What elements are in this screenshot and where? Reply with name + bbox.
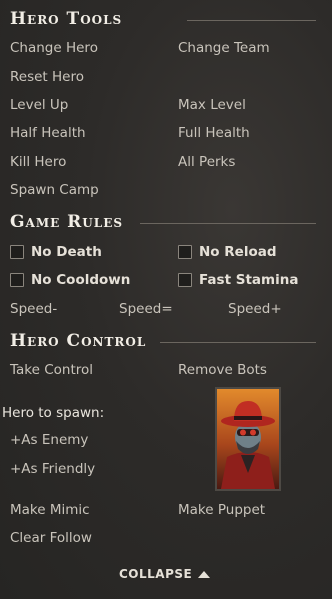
hero-portrait-image — [217, 389, 279, 489]
max-level-button[interactable]: Max Level — [178, 97, 246, 113]
remove-bots-button[interactable]: Remove Bots — [178, 362, 267, 378]
hero-tools-divider — [187, 20, 316, 21]
clear-follow-button[interactable]: Clear Follow — [10, 530, 92, 546]
kill-hero-button[interactable]: Kill Hero — [10, 154, 66, 170]
no-cooldown-label[interactable]: No Cooldown — [31, 272, 130, 288]
game-rules-divider — [140, 223, 316, 224]
make-mimic-button[interactable]: Make Mimic — [10, 502, 90, 518]
take-control-button[interactable]: Take Control — [10, 362, 93, 378]
hero-control-divider — [160, 342, 316, 343]
change-team-button[interactable]: Change Team — [178, 40, 270, 56]
speed-decrease-button[interactable]: Speed- — [10, 301, 57, 317]
chevron-up-icon[interactable] — [198, 571, 210, 578]
no-reload-checkbox[interactable] — [178, 245, 192, 259]
half-health-button[interactable]: Half Health — [10, 125, 86, 141]
full-health-button[interactable]: Full Health — [178, 125, 250, 141]
no-death-label[interactable]: No Death — [31, 244, 102, 260]
spawn-camp-button[interactable]: Spawn Camp — [10, 182, 99, 198]
no-reload-label[interactable]: No Reload — [199, 244, 277, 260]
no-cooldown-checkbox[interactable] — [10, 273, 24, 287]
hero-portrait-selector[interactable] — [215, 387, 281, 491]
collapse-button[interactable]: COLLAPSE — [119, 567, 192, 581]
game-rules-title: Game Rules — [10, 212, 124, 232]
no-death-checkbox[interactable] — [10, 245, 24, 259]
reset-hero-button[interactable]: Reset Hero — [10, 69, 84, 85]
make-puppet-button[interactable]: Make Puppet — [178, 502, 265, 518]
hero-control-title: Hero Control — [10, 331, 147, 351]
speed-reset-button[interactable]: Speed= — [119, 301, 173, 317]
speed-increase-button[interactable]: Speed+ — [228, 301, 282, 317]
change-hero-button[interactable]: Change Hero — [10, 40, 98, 56]
level-up-button[interactable]: Level Up — [10, 97, 68, 113]
hero-to-spawn-label: Hero to spawn: — [2, 405, 105, 421]
fast-stamina-checkbox[interactable] — [178, 273, 192, 287]
all-perks-button[interactable]: All Perks — [178, 154, 235, 170]
spawn-as-friendly-button[interactable]: +As Friendly — [10, 461, 95, 477]
spawn-as-enemy-button[interactable]: +As Enemy — [10, 432, 88, 448]
fast-stamina-label[interactable]: Fast Stamina — [199, 272, 298, 288]
hero-tools-title: Hero Tools — [10, 9, 123, 29]
